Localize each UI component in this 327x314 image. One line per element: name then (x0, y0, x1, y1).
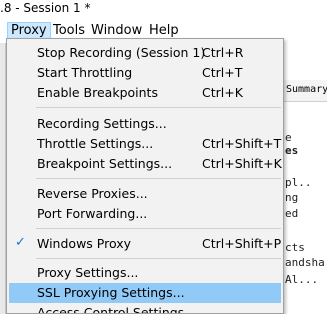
menu-item-label: Throttle Settings... (37, 136, 154, 151)
summary-header-label: Summary (286, 84, 327, 95)
bg-line: andsha.. (285, 256, 327, 269)
menu-item-recording-settings[interactable]: Recording Settings... (9, 114, 281, 134)
window-title: .8 - Session 1 * (0, 0, 327, 19)
menu-item-label: Recording Settings... (37, 116, 167, 131)
bg-line: ng (285, 191, 299, 204)
window-title-text: .8 - Session 1 * (0, 1, 91, 15)
bg-line: cts (285, 241, 305, 254)
menu-item-label: Enable Breakpoints (37, 85, 158, 100)
menu-item-enable-breakpoints[interactable]: Enable Breakpoints Ctrl+K (9, 83, 281, 103)
menu-item-access-control-settings[interactable]: Access Control Settings... (9, 303, 281, 314)
menu-item-shortcut: Ctrl+R (202, 45, 244, 60)
menu-item-proxy-settings[interactable]: Proxy Settings... (9, 263, 281, 283)
bg-line: es (285, 144, 299, 157)
menu-item-stop-recording[interactable]: Stop Recording (Session 1) Ctrl+R (9, 43, 281, 63)
menu-item-label: Start Throttling (37, 65, 133, 80)
menu-help-label: Help (149, 23, 179, 38)
menu-item-shortcut: Ctrl+Shift+P (202, 236, 282, 251)
menu-item-reverse-proxies[interactable]: Reverse Proxies... (9, 184, 281, 204)
menu-item-label: SSL Proxying Settings... (37, 285, 185, 300)
menu-item-breakpoint-settings[interactable]: Breakpoint Settings... Ctrl+Shift+K (9, 154, 282, 174)
menu-item-start-throttling[interactable]: Start Throttling Ctrl+T (9, 63, 281, 83)
menu-separator (36, 178, 281, 179)
proxy-menu-dropdown: Stop Recording (Session 1) Ctrl+R Start … (6, 38, 284, 314)
menu-item-shortcut: Ctrl+Shift+T (202, 136, 282, 151)
menu-separator (36, 258, 281, 259)
menu-tools-label: Tools (53, 23, 86, 38)
menu-item-label: Breakpoint Settings... (37, 156, 173, 171)
summary-column-header[interactable]: Summary (283, 80, 327, 102)
menu-item-shortcut: Ctrl+K (202, 85, 243, 100)
menu-window-label: Window (91, 23, 143, 38)
bg-line: pl.. (285, 176, 312, 189)
menu-item-shortcut: Ctrl+T (202, 65, 243, 80)
bg-line: e (285, 131, 292, 144)
bg-line: ed (285, 207, 299, 220)
bg-line: Al... (285, 273, 319, 286)
menu-item-label: Windows Proxy (37, 236, 132, 251)
menu-item-label: Stop Recording (Session 1) (37, 45, 206, 60)
menu-item-shortcut: Ctrl+Shift+K (202, 156, 282, 171)
menu-item-label: Proxy Settings... (37, 265, 139, 280)
check-icon: ✓ (15, 235, 26, 250)
menu-separator (36, 228, 281, 229)
menu-item-windows-proxy[interactable]: ✓ Windows Proxy Ctrl+Shift+P (9, 234, 281, 254)
menu-proxy-label: Proxy (11, 23, 47, 38)
menu-item-ssl-proxying-settings[interactable]: SSL Proxying Settings... (9, 283, 281, 303)
menu-separator (36, 107, 281, 108)
menu-item-label: Reverse Proxies... (37, 186, 148, 201)
menu-item-label: Access Control Settings... (37, 305, 197, 314)
menu-item-label: Port Forwarding... (37, 206, 148, 221)
menu-item-throttle-settings[interactable]: Throttle Settings... Ctrl+Shift+T (9, 134, 281, 154)
menu-item-port-forwarding[interactable]: Port Forwarding... (9, 204, 281, 224)
